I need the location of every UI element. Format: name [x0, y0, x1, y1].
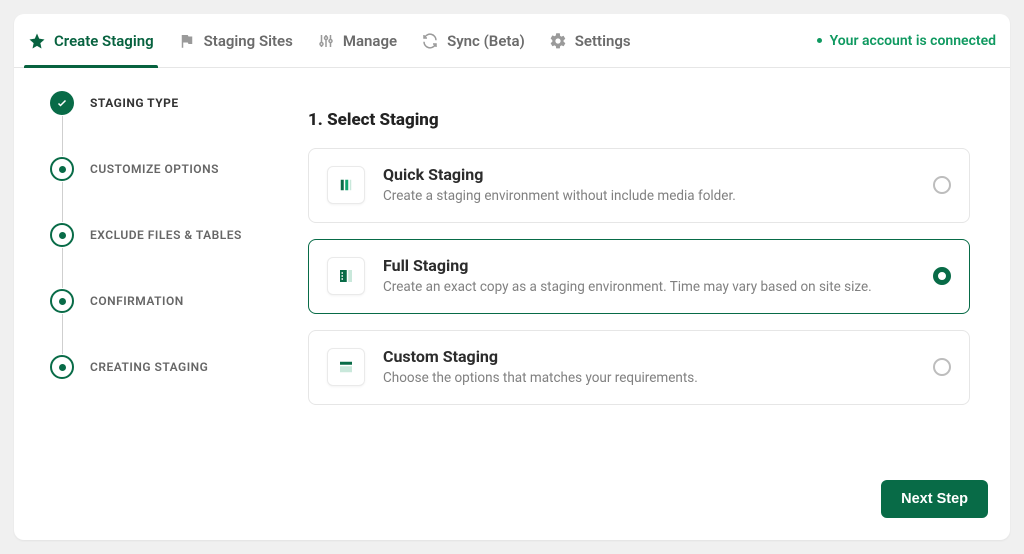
dot-icon — [59, 166, 66, 173]
panel-select-staging: 1. Select Staging Quick Staging Create a… — [290, 90, 988, 478]
account-status: Your account is connected — [817, 33, 996, 49]
option-title: Custom Staging — [383, 347, 915, 366]
option-quick-staging[interactable]: Quick Staging Create a staging environme… — [308, 148, 970, 223]
step-customize-options[interactable]: CUSTOMIZE OPTIONS — [50, 156, 266, 182]
refresh-icon — [421, 32, 439, 50]
step-exclude-files[interactable]: EXCLUDE FILES & TABLES — [50, 222, 266, 248]
option-custom-staging[interactable]: Custom Staging Choose the options that m… — [308, 330, 970, 405]
option-desc: Create an exact copy as a staging enviro… — [383, 278, 915, 297]
radio-unchecked[interactable] — [933, 176, 951, 194]
step-label: CUSTOMIZE OPTIONS — [90, 162, 219, 176]
dot-icon — [59, 298, 66, 305]
panel-title: 1. Select Staging — [308, 110, 970, 130]
tab-label: Settings — [575, 32, 631, 50]
step-creating-staging[interactable]: CREATING STAGING — [50, 354, 266, 380]
sliders-icon — [317, 32, 335, 50]
step-confirmation[interactable]: CONFIRMATION — [50, 288, 266, 314]
option-title: Full Staging — [383, 256, 915, 275]
tab-settings[interactable]: Settings — [549, 14, 631, 67]
step-label: STAGING TYPE — [90, 96, 179, 110]
tab-sync[interactable]: Sync (Beta) — [421, 14, 525, 67]
tab-label: Manage — [343, 32, 397, 50]
radio-unchecked[interactable] — [933, 358, 951, 376]
star-icon — [28, 32, 46, 50]
status-dot-icon — [817, 38, 822, 43]
custom-staging-icon — [327, 348, 365, 386]
next-step-button[interactable]: Next Step — [881, 480, 988, 518]
tab-create-staging[interactable]: Create Staging — [28, 14, 154, 67]
tab-bar: Create Staging Staging Sites Manage Sync… — [14, 14, 1010, 68]
flag-icon — [178, 32, 196, 50]
option-full-staging[interactable]: Full Staging Create an exact copy as a s… — [308, 239, 970, 314]
step-label: CONFIRMATION — [90, 294, 184, 308]
check-icon — [56, 97, 68, 109]
step-label: EXCLUDE FILES & TABLES — [90, 228, 242, 242]
option-desc: Choose the options that matches your req… — [383, 369, 915, 388]
gear-icon — [549, 32, 567, 50]
tab-label: Staging Sites — [204, 32, 293, 50]
full-staging-icon — [327, 257, 365, 295]
main: 1. Select Staging Quick Staging Create a… — [290, 90, 988, 518]
quick-staging-icon — [327, 166, 365, 204]
option-title: Quick Staging — [383, 165, 915, 184]
option-desc: Create a staging environment without inc… — [383, 187, 915, 206]
stepper: STAGING TYPE CUSTOMIZE OPTIONS EXCLUDE F… — [50, 90, 266, 518]
tab-manage[interactable]: Manage — [317, 14, 397, 67]
body: STAGING TYPE CUSTOMIZE OPTIONS EXCLUDE F… — [14, 68, 1010, 540]
radio-checked[interactable] — [933, 267, 951, 285]
dot-icon — [59, 364, 66, 371]
dot-icon — [59, 232, 66, 239]
tab-label: Sync (Beta) — [447, 32, 525, 50]
step-label: CREATING STAGING — [90, 360, 208, 374]
tab-staging-sites[interactable]: Staging Sites — [178, 14, 293, 67]
step-staging-type[interactable]: STAGING TYPE — [50, 90, 266, 116]
tab-label: Create Staging — [54, 32, 154, 50]
app-card: Create Staging Staging Sites Manage Sync… — [14, 14, 1010, 540]
account-status-label: Your account is connected — [830, 33, 996, 49]
footer: Next Step — [290, 478, 988, 518]
